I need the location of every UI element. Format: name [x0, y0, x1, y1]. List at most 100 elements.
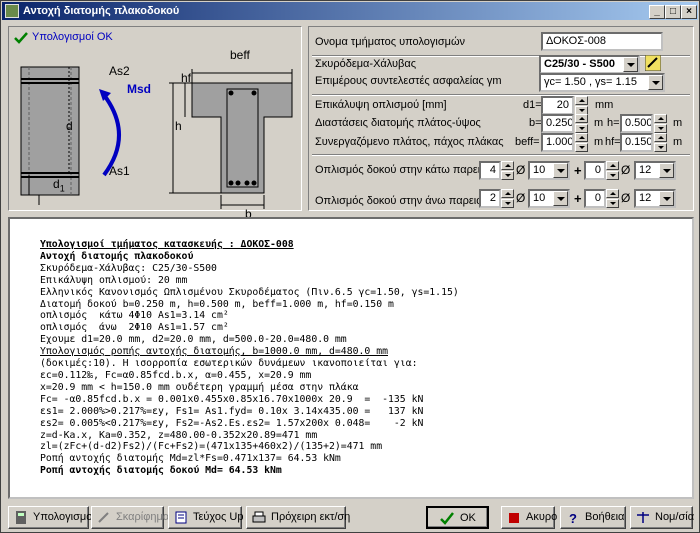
- factors-select[interactable]: γc= 1.50 , γs= 1.15: [539, 73, 665, 92]
- hf-unit: m: [673, 136, 683, 148]
- close-button[interactable]: ×: [681, 5, 697, 19]
- legislation-button[interactable]: Νομ/σία: [630, 506, 694, 529]
- dims-label: Διαστάσεις διατομής πλάτος-ύψος: [315, 117, 481, 129]
- diameter-icon: Ø: [621, 191, 631, 205]
- top-count-2[interactable]: 0: [584, 189, 606, 208]
- msd-label: Msd: [127, 82, 151, 96]
- bottom-diameter-2[interactable]: 12: [634, 161, 676, 180]
- bottom-count-2-spinner[interactable]: [606, 161, 619, 180]
- hf-spinner[interactable]: [654, 133, 667, 152]
- report-line: Ροπή αντοχής διατομής δοκού Md= 64.53 kN…: [40, 465, 282, 477]
- print-preview-button[interactable]: Πρόχειρη εκτ/ση: [246, 506, 350, 529]
- report-line: x=20.9 mm < h=150.0 mm ουδέτερη γραμμή μ…: [40, 381, 359, 393]
- main-window: Αντοχή διατομής πλακοδοκού _ □ × Υπολογι…: [0, 0, 700, 533]
- cover-label: Επικάλυψη οπλισμού [mm]: [315, 99, 447, 111]
- report-line: οπλισμός κάτω 4Φ10 As1=3.14 cm²: [40, 310, 229, 322]
- hf-input[interactable]: 0.150: [620, 133, 653, 152]
- report-line: Αντοχή διατομής πλακοδοκού: [40, 250, 194, 262]
- bottom-diameter-1[interactable]: 10: [528, 161, 570, 180]
- h-input[interactable]: 0.500: [620, 114, 653, 133]
- sketch-button[interactable]: Σκαρίφημα: [91, 506, 169, 529]
- slab-label: Συνεργαζόμενο πλάτος, πάχος πλάκας: [315, 136, 504, 148]
- report-textarea[interactable]: Υπολογισμοί τμήματος κατασκευής : ΔΟΚΟΣ-…: [8, 217, 694, 499]
- h-unit: m: [673, 117, 683, 129]
- factors-label: Επιμέρους συντελεστές ασφαλείας γm: [315, 75, 502, 87]
- chevron-down-icon[interactable]: [659, 163, 674, 178]
- diameter-icon: Ø: [621, 163, 631, 177]
- hf-label: hf: [181, 71, 192, 85]
- diameter-icon: Ø: [516, 163, 526, 177]
- as2-label: As2: [109, 64, 130, 78]
- b-spinner[interactable]: [575, 114, 588, 133]
- edit-material-icon[interactable]: [645, 55, 661, 71]
- status-text: Υπολογισμοί ΟΚ: [32, 31, 113, 43]
- maximize-button[interactable]: □: [665, 5, 681, 19]
- calculations-button[interactable]: Υπολογισμοί: [8, 506, 95, 529]
- as1-label: As1: [109, 164, 130, 178]
- cover-unit: mm: [595, 99, 614, 111]
- report-line: Διατομή δοκού b=0.250 m, h=0.500 m, beff…: [40, 298, 394, 310]
- cover-input[interactable]: 20: [541, 96, 574, 115]
- printer-icon: [252, 511, 266, 523]
- beff-prefix: beff=: [515, 136, 540, 148]
- top-diameter-1[interactable]: 10: [528, 189, 570, 208]
- report-line: Επικάλυψη οπλισμού: 20 mm: [40, 274, 188, 286]
- report-button[interactable]: Τεύχος Up: [168, 506, 243, 529]
- scales-icon: [637, 512, 649, 523]
- window-title: Αντοχή διατομής πλακοδοκού: [23, 5, 180, 17]
- report-line: Ελληνικός Κανονισμός Ωπλισμένου Σκυροδέμ…: [40, 286, 459, 298]
- hf-prefix: hf=: [605, 136, 621, 148]
- cover-prefix: d1=: [523, 99, 542, 111]
- plus-sign: +: [574, 163, 582, 178]
- divider: [312, 154, 690, 156]
- chevron-down-icon[interactable]: [553, 191, 568, 206]
- concrete-select[interactable]: C25/30 - S500: [539, 55, 640, 74]
- cover-spinner[interactable]: [575, 96, 588, 115]
- diameter-icon: Ø: [516, 191, 526, 205]
- minimize-button[interactable]: _: [649, 5, 665, 19]
- report-line: Υπολογισμός ροπής αντοχής διατομής, b=10…: [40, 346, 388, 358]
- ok-button[interactable]: OK: [426, 506, 489, 529]
- top-diameter-2[interactable]: 12: [634, 189, 676, 208]
- chevron-down-icon[interactable]: [659, 191, 674, 206]
- bottom-count-1-spinner[interactable]: [501, 161, 514, 180]
- beff-spinner[interactable]: [575, 133, 588, 152]
- pencil-icon: [98, 512, 109, 523]
- name-input[interactable]: ΔΟΚΟΣ-008: [541, 32, 663, 51]
- bottom-count-1[interactable]: 4: [479, 161, 501, 180]
- bottom-count-2[interactable]: 0: [584, 161, 606, 180]
- report-line: Σκυρόδεμα-Χάλυβας: C25/30-S500: [40, 262, 217, 274]
- top-count-1-spinner[interactable]: [501, 189, 514, 208]
- chevron-down-icon[interactable]: [553, 163, 568, 178]
- beff-input[interactable]: 1.000: [541, 133, 574, 152]
- top-count-2-spinner[interactable]: [606, 189, 619, 208]
- form-panel: Ονομα τμήματος υπολογισμών ΔΟΚΟΣ-008 Σκυ…: [308, 26, 694, 211]
- report-line: Εχουμε d1=20.0 mm, d2=20.0 mm, d=500.0-2…: [40, 334, 347, 346]
- h-prefix: h=: [607, 117, 620, 129]
- cancel-button[interactable]: Ακυρο: [501, 506, 557, 529]
- app-icon: [5, 4, 19, 18]
- report-line: εc=0.112‰, Fc=α0.85fcd.b.x, α=0.455, x=2…: [40, 369, 312, 381]
- report-line: Υπολογισμοί τμήματος κατασκευής : ΔΟΚΟΣ-…: [40, 239, 294, 250]
- svg-text:?: ?: [569, 511, 577, 524]
- chevron-down-icon[interactable]: [623, 57, 638, 72]
- report-line: (δοκιμές:10). Η ισορροπία εσωτερικών δυν…: [40, 358, 418, 370]
- beff-label: beff: [230, 48, 250, 62]
- calculator-icon: [16, 511, 26, 524]
- report-line: z=d-Ka.x, Ka=0.352, z=480.00-0.352x20.89…: [40, 429, 318, 441]
- report-line: οπλισμός άνω 2Φ10 As1=1.57 cm²: [40, 322, 229, 334]
- check-icon: [440, 512, 454, 525]
- report-line: zl=(zFc+(d-d2)Fs2)/(Fc+Fs2)=(471x135+460…: [40, 441, 383, 453]
- b-input[interactable]: 0.250: [541, 114, 574, 133]
- h-spinner[interactable]: [654, 114, 667, 133]
- chevron-down-icon[interactable]: [648, 75, 663, 90]
- d1-label: d1: [53, 177, 65, 194]
- b-unit: m: [594, 117, 604, 129]
- report-line: Ροπή αντοχής διατομής Md=zl*Fs=0.471x137…: [40, 453, 341, 465]
- top-count-1[interactable]: 2: [479, 189, 501, 208]
- diagram-panel: Υπολογισμοί ΟΚ As2 As1 Msd d d1 beff hf …: [8, 26, 302, 221]
- help-button[interactable]: ? Βοήθεια: [560, 506, 626, 529]
- report-line: εs1= 2.000%>0.217%=εy, Fs1= As1.fyd= 0.1…: [40, 405, 424, 417]
- report-text: Υπολογισμοί τμήματος κατασκευής : ΔΟΚΟΣ-…: [40, 239, 459, 477]
- report-line: εs2= 0.005%<0.217%=εy, Fs2=-As2.Es.εs2= …: [40, 417, 424, 429]
